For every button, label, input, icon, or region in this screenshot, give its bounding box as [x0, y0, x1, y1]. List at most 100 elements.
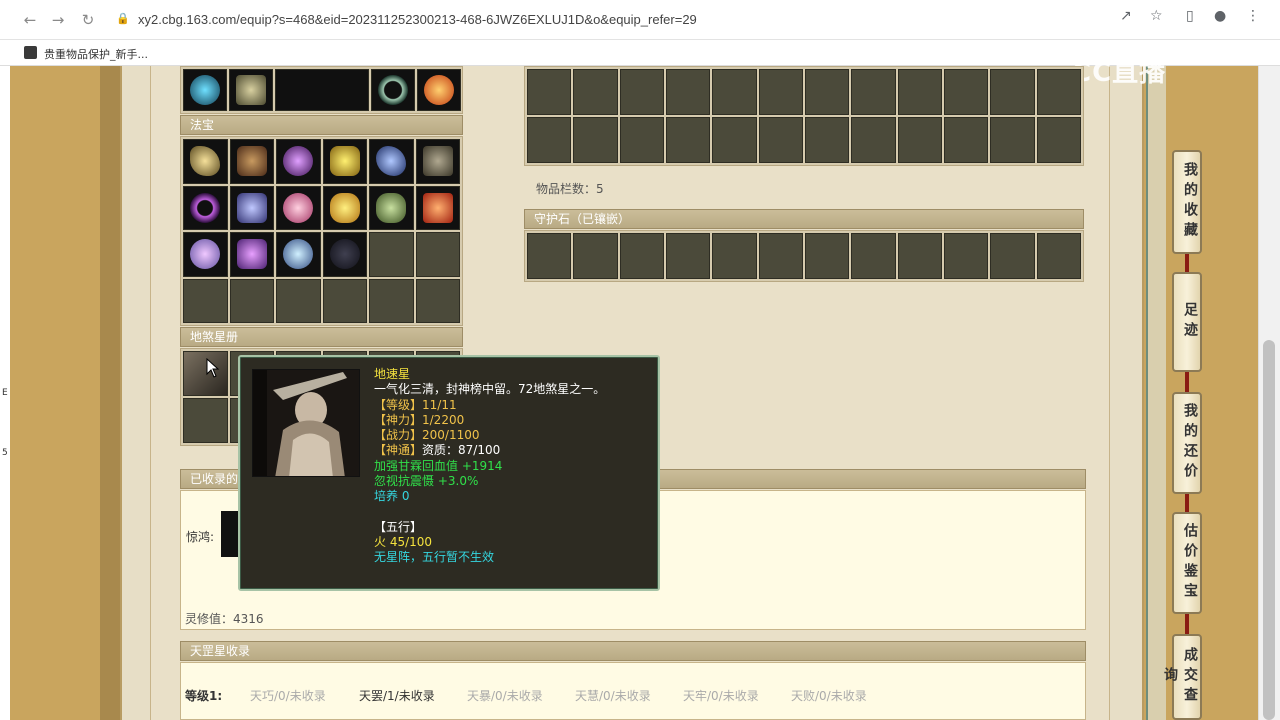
fabao-slot[interactable] [322, 185, 367, 230]
inventory-slot[interactable] [712, 117, 757, 163]
address-bar[interactable]: 🔒 xy2.cbg.163.com/equip?s=468&eid=202311… [106, 6, 1266, 34]
tiangang-item[interactable]: 天巧/0/未收录 [250, 687, 326, 704]
star-shentong: 【神通】资质：87/100 [374, 443, 654, 458]
tiangang-header: 天罡星收录 [180, 641, 1086, 661]
fabao-slot[interactable] [369, 232, 414, 277]
inventory-slot[interactable] [573, 69, 618, 115]
fabao-slot[interactable] [276, 232, 321, 277]
menu-icon[interactable]: ⋮ [1246, 8, 1260, 24]
inventory-slot[interactable] [527, 69, 572, 115]
tiangang-item[interactable]: 天暴/0/未收录 [467, 687, 543, 704]
inventory-slot[interactable] [990, 117, 1035, 163]
fabao-slot[interactable] [369, 185, 414, 230]
fabao-slot[interactable] [415, 185, 460, 230]
inventory-slot[interactable] [758, 69, 803, 115]
inventory-slot[interactable] [851, 117, 896, 163]
tiangang-item[interactable]: 天牢/0/未收录 [683, 687, 759, 704]
guardian-slot[interactable] [851, 233, 896, 279]
profile-icon[interactable]: ● [1214, 8, 1226, 24]
guardian-slot[interactable] [1036, 233, 1081, 279]
inventory-slot[interactable] [619, 69, 664, 115]
inventory-slot[interactable] [573, 117, 618, 163]
fabao-slot[interactable] [322, 278, 367, 323]
fabao-slot[interactable] [229, 232, 274, 277]
inventory-slot[interactable] [943, 69, 989, 115]
equip-slot[interactable] [371, 69, 415, 111]
equip-slot[interactable] [417, 69, 461, 111]
guardian-slot[interactable] [804, 233, 850, 279]
guardian-slot[interactable] [943, 233, 989, 279]
fabao-slot[interactable] [322, 139, 367, 184]
fabao-slot[interactable] [276, 185, 321, 230]
inventory-slot[interactable] [527, 117, 572, 163]
fabao-slot[interactable] [183, 232, 228, 277]
disha-slot[interactable] [183, 398, 228, 443]
inventory-slot[interactable] [990, 69, 1035, 115]
inventory-slot[interactable] [1036, 69, 1081, 115]
side-cord [1185, 372, 1189, 392]
fabao-slot[interactable] [183, 278, 228, 323]
fabao-slot[interactable] [276, 139, 321, 184]
inventory-slot[interactable] [897, 69, 942, 115]
side-tab-appraisal[interactable]: 估价鉴宝 [1172, 512, 1202, 614]
star-attr1: 加强甘霖回血值 +1914 [374, 458, 503, 473]
inventory-slot[interactable] [1036, 117, 1081, 163]
side-tab-history[interactable]: 足迹 [1172, 272, 1202, 372]
guardian-slot[interactable] [527, 233, 572, 279]
sidepanel-icon[interactable]: ▯ [1186, 8, 1194, 24]
guardian-slot[interactable] [573, 233, 618, 279]
fabao-slot[interactable] [369, 278, 414, 323]
side-tab-counteroffer[interactable]: 我的还价 [1172, 392, 1202, 494]
lock-icon: 🔒 [116, 12, 130, 25]
inventory-slot[interactable] [712, 69, 757, 115]
fabao-slot[interactable] [415, 232, 460, 277]
guardian-slot[interactable] [665, 233, 711, 279]
jinghong-icon[interactable] [221, 511, 239, 557]
scrollbar-thumb[interactable] [1263, 340, 1275, 720]
bookmark-item[interactable]: 贵重物品保护_新手... [44, 46, 148, 62]
inventory-slot[interactable] [619, 117, 664, 163]
fabao-slot[interactable] [369, 139, 414, 184]
equip-slot[interactable] [183, 69, 227, 111]
tiangang-item[interactable]: 天慧/0/未收录 [575, 687, 651, 704]
equip-slot[interactable] [229, 69, 273, 111]
fabao-header: 法宝 [180, 115, 463, 135]
equip-slot[interactable] [275, 69, 369, 111]
fabao-slot[interactable] [415, 139, 460, 184]
fabao-slot[interactable] [322, 232, 367, 277]
inventory-slot[interactable] [665, 117, 711, 163]
side-tab-favorites[interactable]: 我的收藏 [1172, 150, 1202, 254]
reload-icon[interactable]: ↻ [78, 10, 98, 30]
fabao-slot[interactable] [229, 278, 274, 323]
star-zhanli: 【战力】200/1100 [374, 428, 480, 443]
url-text[interactable]: xy2.cbg.163.com/equip?s=468&eid=20231125… [138, 12, 697, 27]
share-icon[interactable]: ↗ [1120, 8, 1132, 24]
inventory-slot[interactable] [665, 69, 711, 115]
side-tab-deals[interactable]: 成交查询 [1162, 634, 1202, 720]
guardian-slot[interactable] [897, 233, 942, 279]
forward-icon[interactable]: → [48, 10, 68, 30]
inventory-slot[interactable] [851, 69, 896, 115]
inventory-slot[interactable] [897, 117, 942, 163]
guardian-grid [524, 230, 1084, 282]
back-icon[interactable]: ← [20, 10, 40, 30]
inventory-slot[interactable] [758, 117, 803, 163]
guardian-slot[interactable] [619, 233, 664, 279]
fabao-slot[interactable] [276, 278, 321, 323]
fabao-slot[interactable] [183, 139, 228, 184]
inventory-slot[interactable] [943, 117, 989, 163]
guardian-slot[interactable] [712, 233, 757, 279]
tiangang-item[interactable]: 天罢/1/未收录 [359, 687, 435, 704]
inventory-slot[interactable] [804, 117, 850, 163]
star-level: 【等级】11/11 [374, 397, 457, 412]
inventory-slot[interactable] [804, 69, 850, 115]
item-count-label: 物品栏数：5 [536, 182, 604, 196]
tiangang-item[interactable]: 天败/0/未收录 [791, 687, 867, 704]
fabao-slot[interactable] [183, 185, 228, 230]
guardian-slot[interactable] [990, 233, 1035, 279]
fabao-slot[interactable] [415, 278, 460, 323]
star-icon[interactable]: ☆ [1150, 8, 1163, 24]
fabao-slot[interactable] [229, 185, 274, 230]
fabao-slot[interactable] [229, 139, 274, 184]
guardian-slot[interactable] [758, 233, 803, 279]
